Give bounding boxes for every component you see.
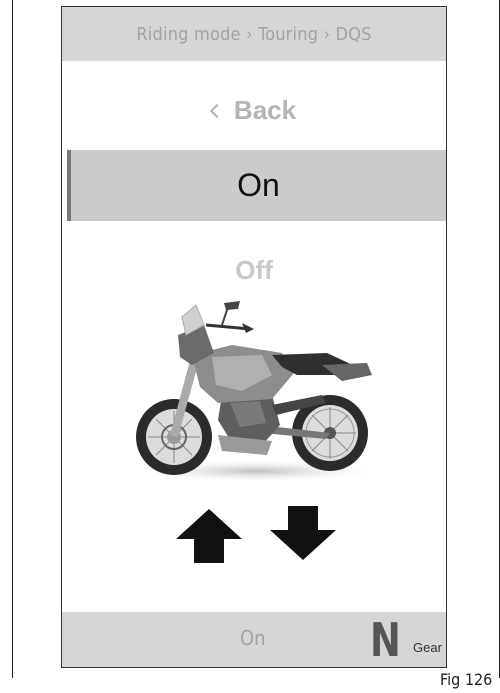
option-on[interactable]: On bbox=[67, 150, 446, 221]
back-label: Back bbox=[233, 94, 297, 125]
motorcycle-image bbox=[127, 301, 387, 483]
gear-label: Gear bbox=[413, 640, 442, 655]
dashboard-screen: Riding mode › Touring › DQS Back On Off bbox=[61, 6, 447, 668]
arrow-up-icon[interactable] bbox=[174, 507, 244, 567]
option-off-label: Off bbox=[235, 254, 273, 285]
option-on-label: On bbox=[237, 167, 280, 203]
status-bar: On N Gear bbox=[62, 612, 446, 667]
gear-indicator: N bbox=[370, 613, 401, 667]
option-off[interactable]: Off bbox=[62, 245, 446, 295]
breadcrumb: Riding mode › Touring › DQS bbox=[136, 23, 372, 45]
header-bar: Riding mode › Touring › DQS bbox=[62, 7, 446, 61]
arrow-down-icon[interactable] bbox=[268, 502, 338, 562]
back-button[interactable]: Back bbox=[62, 85, 446, 135]
status-value: On bbox=[240, 626, 266, 650]
figure-caption: Fig 126 bbox=[440, 670, 493, 689]
chevron-left-icon bbox=[209, 103, 224, 118]
